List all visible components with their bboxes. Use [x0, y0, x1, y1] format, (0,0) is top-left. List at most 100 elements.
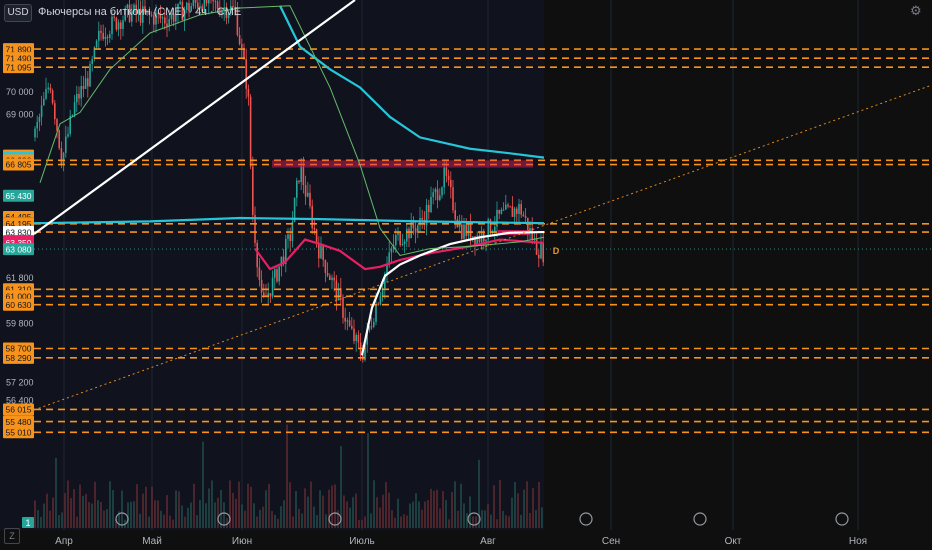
- volume-bar: [241, 504, 243, 528]
- volume-bar: [151, 486, 153, 528]
- candle-body: [148, 10, 151, 15]
- candle-body: [441, 187, 443, 196]
- volume-bar: [262, 506, 264, 528]
- candle-body: [520, 204, 522, 215]
- candle-body: [113, 16, 115, 18]
- volume-bar: [76, 516, 78, 528]
- volume-bar: [355, 493, 357, 528]
- candle-body: [241, 44, 243, 49]
- volume-bar: [256, 516, 258, 528]
- volume-bar: [529, 512, 531, 528]
- volume-bar: [451, 491, 453, 528]
- candle-body: [216, 1, 219, 9]
- candle-body: [502, 209, 505, 211]
- candle-body: [170, 13, 173, 20]
- candle-body: [153, 15, 155, 25]
- candle-body: [106, 36, 109, 38]
- y-tick-label: 70 000: [6, 87, 34, 97]
- volume-bar: [301, 513, 303, 528]
- volume-bar: [211, 480, 213, 528]
- volume-bar: [103, 510, 105, 528]
- candle-body: [428, 204, 430, 213]
- candle-body: [309, 192, 311, 207]
- candle-body: [155, 13, 157, 25]
- settings-gear-icon[interactable]: ⚙: [910, 4, 924, 18]
- volume-bar: [196, 515, 198, 528]
- candle-body: [62, 152, 65, 165]
- candle-body: [194, 0, 197, 3]
- volume-bar: [379, 507, 381, 528]
- candle-body: [403, 241, 406, 244]
- candle-body: [516, 208, 518, 214]
- volume-bar: [88, 501, 90, 528]
- candle-body: [287, 234, 289, 239]
- candle-body: [344, 317, 346, 322]
- volume-bar: [331, 485, 333, 528]
- currency-button[interactable]: USD: [4, 4, 32, 22]
- volume-bar: [502, 510, 504, 528]
- volume-bar: [43, 503, 45, 528]
- price-tag-label: 65 430: [6, 191, 32, 201]
- volume-bar: [157, 500, 159, 528]
- candle-body: [45, 88, 47, 99]
- candle-body: [34, 128, 36, 138]
- candle-body: [406, 228, 408, 242]
- volume-bar: [274, 514, 276, 528]
- candle-body: [467, 223, 470, 236]
- candle-body: [98, 30, 100, 41]
- candle-body: [445, 167, 448, 176]
- candle-body: [80, 86, 82, 99]
- volume-bar: [346, 501, 348, 528]
- volume-bar: [220, 489, 222, 528]
- candle-body: [276, 269, 278, 282]
- volume-bar: [85, 493, 87, 528]
- candle-body: [249, 96, 252, 167]
- volume-bar: [172, 519, 174, 528]
- candle-body: [296, 180, 298, 198]
- candle-body: [463, 224, 465, 239]
- volume-bar: [232, 492, 234, 528]
- candle-body: [58, 130, 60, 149]
- volume-bar: [58, 515, 60, 528]
- volume-bar: [307, 496, 309, 528]
- volume-bar: [361, 519, 363, 528]
- candle-body: [274, 269, 276, 278]
- x-tick-label: Июль: [349, 536, 375, 547]
- volume-bar: [541, 507, 543, 528]
- volume-bar: [427, 500, 429, 528]
- candle-body: [461, 224, 463, 239]
- zone-rectangle: [272, 160, 533, 168]
- price-tag-label: 58 290: [6, 353, 32, 363]
- candle-body: [507, 204, 509, 207]
- volume-bar: [439, 508, 441, 528]
- timezone-icon[interactable]: Z: [4, 528, 20, 544]
- volume-bar: [319, 490, 321, 528]
- candle-body: [333, 277, 335, 281]
- candle-body: [408, 228, 410, 239]
- candle-body: [524, 216, 527, 218]
- candle-body: [322, 245, 324, 261]
- volume-bar: [406, 515, 408, 528]
- volume-bar: [487, 504, 489, 528]
- volume-bar: [148, 516, 150, 528]
- candle-body: [150, 14, 153, 16]
- volume-bar: [310, 481, 312, 528]
- x-tick-label: Апр: [55, 536, 73, 547]
- candle-body: [49, 87, 52, 91]
- volume-bar: [448, 519, 450, 528]
- candle-body: [518, 204, 520, 214]
- price-tag-label: 55 010: [6, 427, 32, 437]
- volume-bar: [367, 433, 369, 528]
- candle-body: [269, 293, 272, 297]
- candle-body: [346, 320, 349, 322]
- volume-bar: [187, 507, 189, 528]
- volume-bar: [265, 490, 267, 528]
- candle-body: [192, 0, 195, 7]
- candle-body: [236, 8, 239, 36]
- candle-body: [76, 93, 78, 103]
- price-chart[interactable]: D 70 00069 00061 80059 80057 20056 40054…: [0, 0, 932, 550]
- candle-body: [175, 14, 177, 22]
- candle-body: [494, 226, 496, 232]
- dividend-marker: D: [553, 246, 560, 256]
- volume-bar: [304, 488, 306, 528]
